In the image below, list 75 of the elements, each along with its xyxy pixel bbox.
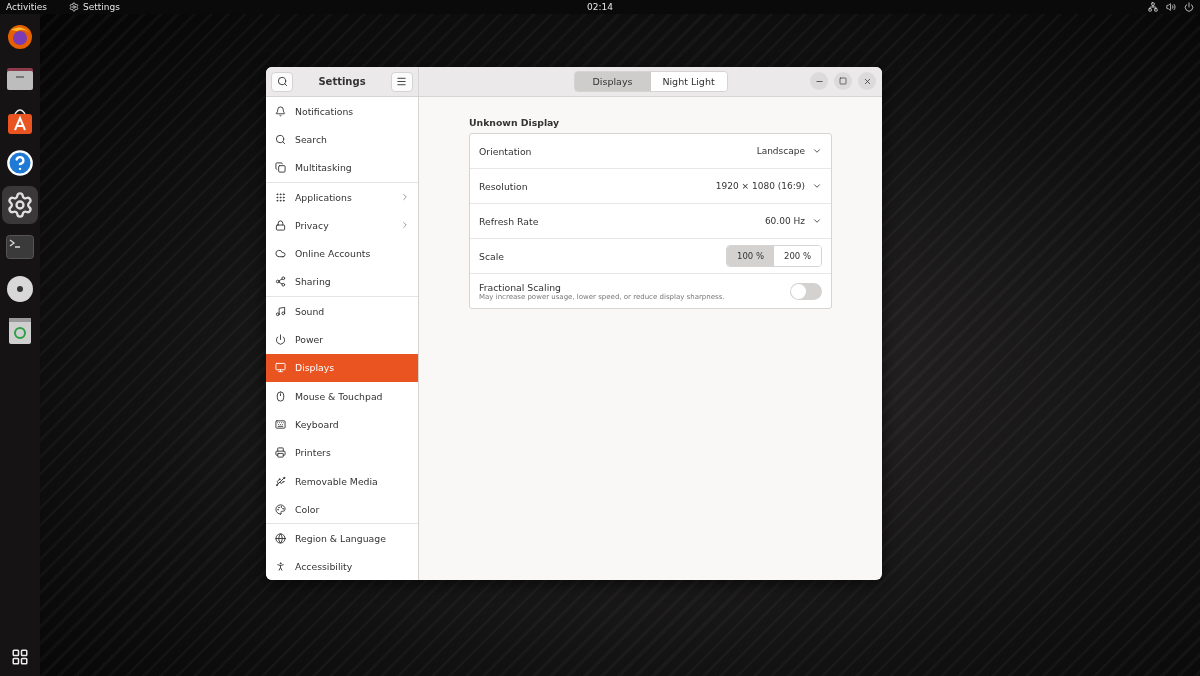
sidebar-item[interactable]: Power — [266, 325, 418, 354]
tab[interactable]: Displays — [574, 72, 651, 91]
network-icon[interactable] — [1148, 2, 1158, 12]
menu-button[interactable] — [391, 71, 413, 92]
trash-icon — [8, 317, 32, 345]
activities-button[interactable]: Activities — [6, 2, 48, 12]
scale-option[interactable]: 100 % — [727, 246, 774, 266]
bell-icon — [275, 105, 286, 117]
app-grid-icon[interactable] — [11, 648, 29, 666]
sidebar-item[interactable]: Sharing — [266, 267, 418, 297]
maximize-icon — [839, 77, 847, 85]
mouse-icon — [275, 390, 286, 402]
chevron-down-icon — [812, 146, 822, 156]
share-icon — [275, 276, 286, 288]
setting-label: Resolution — [479, 180, 529, 192]
volume-icon[interactable] — [1166, 2, 1176, 12]
shopping-bag-icon — [6, 107, 34, 135]
search-icon — [276, 76, 288, 87]
clock[interactable]: 02:14 — [587, 2, 613, 12]
dropdown-button[interactable]: 1920 × 1080 (16:9) — [715, 181, 822, 191]
keyboard-icon — [275, 418, 286, 430]
monitor-icon — [275, 362, 286, 374]
dropdown-button[interactable]: Landscape — [756, 146, 822, 156]
help-icon — [6, 149, 34, 177]
sidebar-item[interactable]: Search — [266, 125, 418, 154]
toggle-switch[interactable] — [790, 282, 822, 300]
dropdown-button[interactable]: 60.00 Hz — [764, 216, 822, 226]
gear-icon — [69, 2, 80, 12]
terminal-icon — [6, 235, 34, 259]
sidebar-item[interactable]: Multitasking — [266, 153, 418, 182]
sidebar-item[interactable]: Color — [266, 495, 418, 524]
lock-icon — [275, 219, 286, 231]
sidebar-item[interactable]: Mouse & Touchpad — [266, 381, 418, 411]
folder-icon — [6, 67, 34, 91]
close-button[interactable] — [858, 72, 876, 90]
sidebar-item[interactable]: Sound — [266, 297, 418, 326]
sidebar-item[interactable]: Online Accounts — [266, 239, 418, 268]
chevron-down-icon — [812, 216, 822, 226]
printer-icon — [275, 447, 286, 459]
browser-icon — [7, 24, 33, 50]
chevron-down-icon — [812, 181, 822, 191]
power-icon[interactable] — [1184, 2, 1194, 12]
close-icon — [862, 76, 872, 86]
sidebar-item[interactable]: Privacy — [266, 211, 418, 240]
section-title: Unknown Display — [469, 117, 561, 128]
windows-icon — [275, 162, 286, 174]
sidebar-item[interactable]: Removable Media — [266, 466, 418, 496]
setting-label: Scale — [479, 250, 505, 262]
setting-label: Refresh Rate — [479, 215, 540, 227]
person-icon — [275, 561, 286, 573]
search-icon — [275, 133, 286, 145]
grid-icon — [275, 191, 286, 203]
dock-item[interactable] — [2, 186, 38, 224]
sidebar-item[interactable]: Applications — [266, 182, 418, 212]
sidebar-item[interactable]: Region & Language — [266, 524, 418, 553]
window-title: Settings — [318, 76, 366, 87]
search-button[interactable] — [271, 71, 293, 92]
sidebar-item[interactable]: Notifications — [266, 97, 418, 126]
globe-icon — [275, 533, 286, 545]
menu-icon — [396, 76, 408, 87]
power-icon — [275, 334, 286, 345]
sidebar-item[interactable]: Accessibility — [266, 552, 418, 580]
music-note-icon — [275, 305, 286, 317]
setting-label: Orientation — [479, 145, 533, 157]
palette-icon — [275, 503, 286, 515]
gear-icon — [6, 191, 34, 219]
disc-icon — [6, 275, 34, 303]
app-menu[interactable]: Settings — [83, 2, 120, 12]
setting-label: Fractional Scaling — [479, 281, 562, 293]
cloud-icon — [275, 248, 286, 260]
sidebar-item[interactable]: Keyboard — [266, 410, 418, 439]
tab[interactable]: Night Light — [650, 72, 727, 91]
sidebar-item[interactable]: Displays — [266, 353, 418, 382]
sidebar-item[interactable]: Printers — [266, 438, 418, 467]
usb-drive-icon — [275, 475, 286, 487]
